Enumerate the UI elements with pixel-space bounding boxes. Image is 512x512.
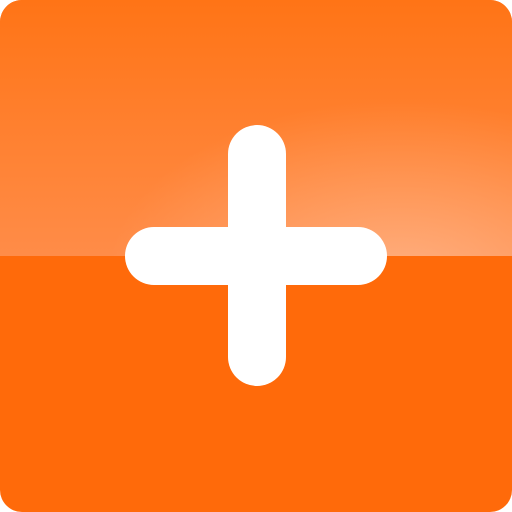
plus-horizontal-bar <box>125 227 387 285</box>
add-button[interactable] <box>0 0 512 512</box>
plus-icon <box>125 125 387 386</box>
